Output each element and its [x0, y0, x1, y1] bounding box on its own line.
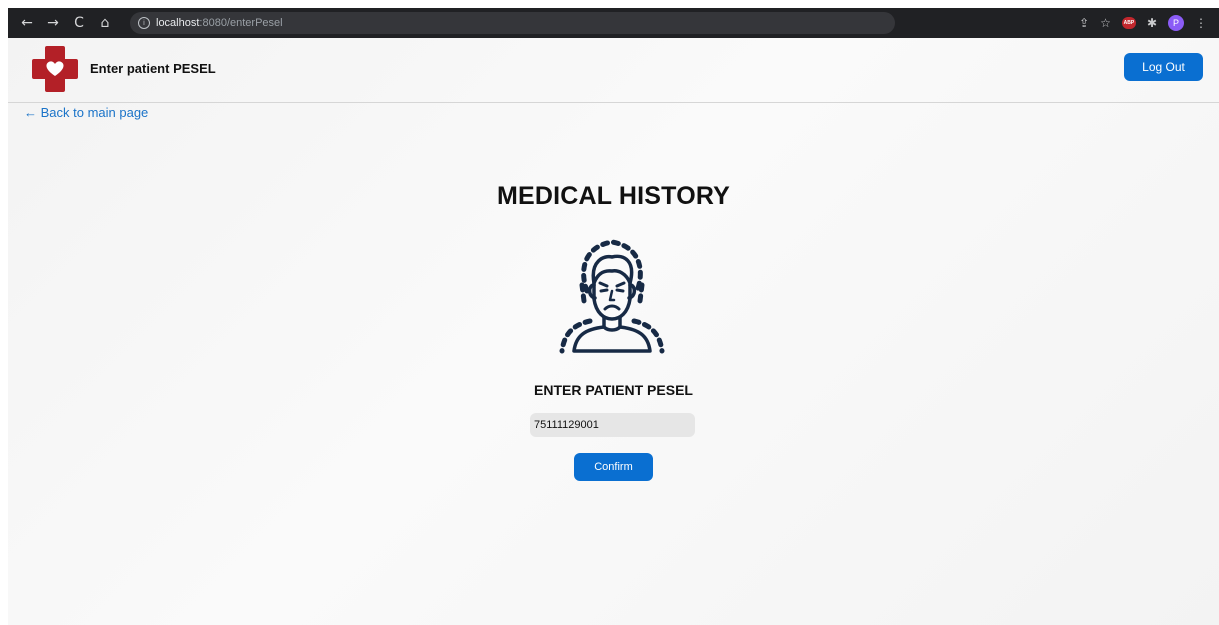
back-to-main-link[interactable]: ← Back to main page: [24, 105, 148, 120]
medical-cross-heart-logo: [32, 46, 78, 92]
extensions-puzzle-icon[interactable]: ✱: [1147, 16, 1157, 30]
profile-avatar[interactable]: P: [1168, 15, 1184, 31]
browser-menu-icon[interactable]: ⋮: [1195, 16, 1207, 30]
info-icon[interactable]: i: [138, 17, 150, 29]
browser-actions: ⇪ ☆ ABP ✱ P ⋮: [1079, 15, 1219, 31]
pesel-input[interactable]: [530, 413, 695, 437]
reload-icon[interactable]: C: [68, 12, 90, 34]
bookmark-star-icon[interactable]: ☆: [1100, 16, 1111, 30]
page-title: MEDICAL HISTORY: [496, 182, 731, 210]
sick-patient-icon: [559, 239, 665, 354]
app-header: Enter patient PESEL Log Out: [8, 38, 1219, 103]
logout-button[interactable]: Log Out: [1124, 53, 1203, 81]
share-icon[interactable]: ⇪: [1079, 16, 1089, 30]
browser-toolbar: ← → C ⌂ i localhost:8080/enterPesel ⇪ ☆ …: [8, 8, 1219, 38]
url-path: :8080/enterPesel: [199, 17, 283, 29]
pesel-prompt: ENTER PATIENT PESEL: [534, 382, 693, 398]
adblock-extension-icon[interactable]: ABP: [1121, 17, 1136, 29]
home-icon[interactable]: ⌂: [94, 12, 116, 34]
back-arrow-icon[interactable]: ←: [16, 12, 38, 34]
header-title: Enter patient PESEL: [90, 61, 216, 76]
forward-arrow-icon[interactable]: →: [42, 12, 64, 34]
confirm-button[interactable]: Confirm: [574, 453, 653, 481]
url-host: localhost: [156, 17, 200, 29]
page: Enter patient PESEL Log Out ← Back to ma…: [8, 38, 1219, 625]
address-bar[interactable]: i localhost:8080/enterPesel: [130, 12, 895, 34]
